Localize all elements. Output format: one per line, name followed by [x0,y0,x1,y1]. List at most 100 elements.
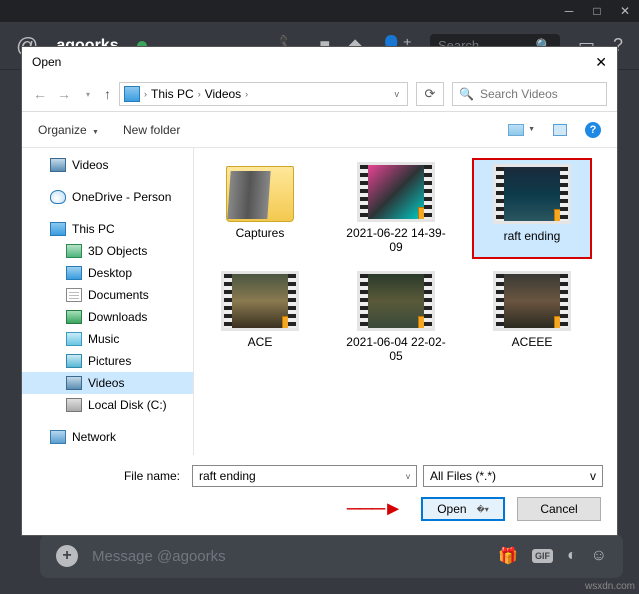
network-icon [50,430,66,444]
file-item-video-selected[interactable]: raft ending [472,158,592,259]
pc-icon [50,222,66,236]
chevron-down-icon: ▼ [528,126,535,133]
dialog-title: Open [32,55,61,69]
cloud-icon [50,190,66,204]
file-label: 2021-06-22 14-39-09 [340,226,452,255]
video-folder-icon [50,158,66,172]
file-item-video[interactable]: 2021-06-22 14-39-09 [336,158,456,259]
video-badge-icon [282,316,298,330]
preview-pane-button[interactable] [553,124,567,136]
file-item-video[interactable]: ACEEE [472,267,592,368]
download-icon [66,310,82,324]
video-thumbnail [493,164,571,224]
file-list: Captures 2021-06-22 14-39-09 raft ending… [194,148,617,455]
tree-item-desktop[interactable]: Desktop [22,262,193,284]
file-item-video[interactable]: ACE [200,267,320,368]
tree-item-3d-objects[interactable]: 3D Objects [22,240,193,262]
filename-value: raft ending [199,469,256,483]
file-item-video[interactable]: 2021-06-04 22-02-05 [336,267,456,368]
minimize-icon[interactable]: ─ [555,0,583,22]
video-badge-icon [418,207,434,221]
gif-button[interactable]: GIF [532,549,553,563]
nav-recent-dropdown-icon[interactable]: ▾ [80,90,96,99]
video-thumbnail [357,271,435,331]
dialog-search-input[interactable]: 🔍 Search Videos [452,82,607,106]
video-badge-icon [554,316,570,330]
sticker-icon[interactable]: ◐ [567,547,577,565]
address-bar[interactable]: › This PC › Videos › v [119,82,408,106]
tree-item-this-pc[interactable]: This PC [22,218,193,240]
tree-item-downloads[interactable]: Downloads [22,306,193,328]
music-icon [66,332,82,346]
open-button[interactable]: Open�▾ [421,497,505,521]
tree-item-videos[interactable]: Videos [22,372,193,394]
app-titlebar: ─ □ ✕ [0,0,639,22]
document-icon [66,288,82,302]
dialog-footer: File name: raft ending v All Files (*.*)… [22,455,617,535]
new-folder-button[interactable]: New folder [123,123,180,137]
filename-label: File name: [36,469,186,483]
tree-item-network[interactable]: Network [22,426,193,448]
emoji-icon[interactable]: ☺ [591,547,607,565]
message-input-bar[interactable]: + Message @agoorks 🎁 GIF ◐ ☺ [40,534,623,578]
search-icon: 🔍 [459,87,474,101]
file-filter-dropdown[interactable]: All Files (*.*) v [423,465,603,487]
nav-forward-icon: → [56,86,72,102]
dialog-titlebar: Open ✕ [22,47,617,77]
maximize-icon[interactable]: □ [583,0,611,22]
file-item-folder[interactable]: Captures [200,158,320,259]
file-open-dialog: Open ✕ ← → ▾ ↑ › This PC › Videos › v ⟳ … [21,46,618,536]
tree-item-documents[interactable]: Documents [22,284,193,306]
attach-plus-icon[interactable]: + [56,545,78,567]
video-thumbnail [357,162,435,222]
watermark: wsxdn.com [585,581,635,592]
tree-item-local-disk[interactable]: Local Disk (C:) [22,394,193,416]
disk-icon [66,398,82,412]
breadcrumb-root[interactable]: This PC [151,87,194,101]
pc-icon [124,86,140,102]
folder-tree: Videos OneDrive - Person This PC 3D Obje… [22,148,194,455]
chevron-right-icon[interactable]: › [144,89,147,99]
chevron-down-icon[interactable]: v [590,469,596,483]
file-label: ACE [248,335,273,349]
close-icon[interactable]: ✕ [611,0,639,22]
dialog-nav: ← → ▾ ↑ › This PC › Videos › v ⟳ 🔍 Searc… [22,77,617,112]
tree-item-onedrive[interactable]: OneDrive - Person [22,186,193,208]
organize-button[interactable]: Organize ▼ [38,123,99,137]
chevron-right-icon[interactable]: › [198,89,201,99]
chevron-right-icon[interactable]: › [245,89,248,99]
refresh-button[interactable]: ⟳ [416,82,444,106]
file-label: raft ending [500,228,565,244]
filter-value: All Files (*.*) [430,469,496,483]
desktop-icon [66,266,82,280]
chevron-down-icon[interactable]: v [406,472,410,481]
dialog-toolbar: Organize ▼ New folder ▼ ? [22,112,617,148]
file-label: 2021-06-04 22-02-05 [340,335,452,364]
video-badge-icon [554,209,570,223]
filename-input[interactable]: raft ending v [192,465,417,487]
breadcrumb-folder[interactable]: Videos [205,87,241,101]
search-placeholder: Search Videos [480,87,558,101]
video-thumbnail [221,271,299,331]
message-placeholder: Message @agoorks [92,548,484,565]
dialog-close-icon[interactable]: ✕ [595,54,607,71]
address-dropdown-icon[interactable]: v [391,89,404,99]
tree-item-pictures[interactable]: Pictures [22,350,193,372]
nav-back-icon[interactable]: ← [32,86,48,102]
video-folder-icon [66,376,82,390]
file-label: Captures [236,226,285,240]
file-label: ACEEE [512,335,553,349]
help-icon[interactable]: ? [585,122,601,138]
tree-item-videos-quick[interactable]: Videos [22,154,193,176]
chevron-down-icon: ▼ [92,129,99,136]
tree-item-music[interactable]: Music [22,328,193,350]
pictures-icon [66,354,82,368]
video-badge-icon [418,316,434,330]
video-thumbnail [493,271,571,331]
cancel-button[interactable]: Cancel [517,497,601,521]
annotation-arrow-icon: ───► [347,498,401,521]
view-thumb-icon [508,124,524,136]
gift-icon[interactable]: 🎁 [498,546,518,566]
nav-up-icon[interactable]: ↑ [104,86,111,102]
view-mode-button[interactable]: ▼ [508,124,535,136]
